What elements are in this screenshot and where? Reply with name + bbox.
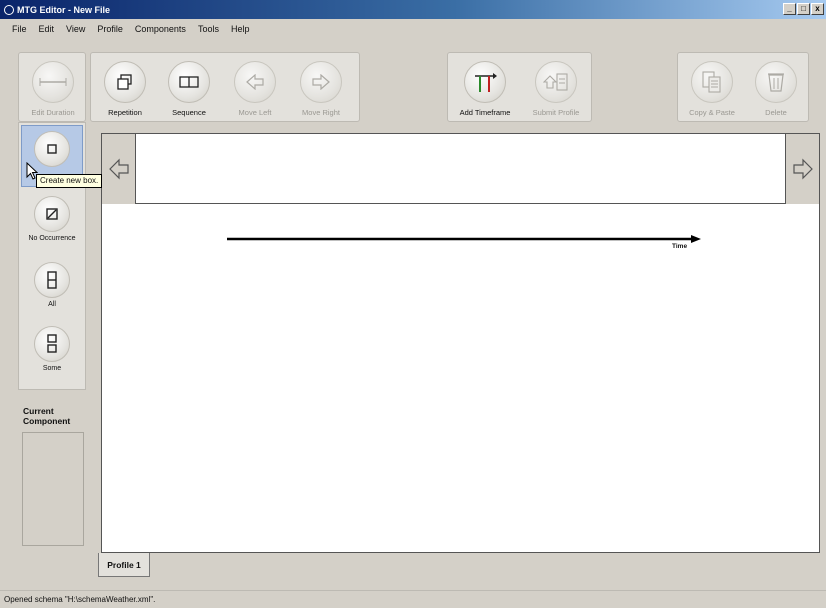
status-bar: Opened schema "H:\schemaWeather.xml". xyxy=(0,590,826,607)
sequence-button[interactable]: Sequence xyxy=(157,53,221,123)
arrow-right-icon xyxy=(792,158,813,180)
edit-duration-button[interactable]: Edit Duration xyxy=(21,53,85,123)
arrow-left-icon xyxy=(234,61,276,103)
toolbar-group-duration: Edit Duration xyxy=(18,52,86,122)
delete-button[interactable]: Delete xyxy=(744,53,808,123)
repetition-label: Repetition xyxy=(108,108,142,117)
trash-icon xyxy=(755,61,797,103)
repetition-button[interactable]: Repetition xyxy=(93,53,157,123)
some-icon xyxy=(34,326,70,362)
menu-view[interactable]: View xyxy=(60,24,91,34)
menu-profile[interactable]: Profile xyxy=(91,24,129,34)
duration-icon xyxy=(32,61,74,103)
profile-canvas[interactable]: Time xyxy=(101,133,820,553)
arrow-right-icon xyxy=(300,61,342,103)
copy-paste-label: Copy & Paste xyxy=(689,108,735,117)
move-right-label: Move Right xyxy=(302,108,340,117)
minimize-button[interactable]: _ xyxy=(783,3,796,15)
all-icon xyxy=(34,262,70,298)
time-axis-arrow xyxy=(227,235,701,243)
menu-edit[interactable]: Edit xyxy=(33,24,61,34)
no-occurrence-button[interactable]: No Occurrence xyxy=(21,191,83,253)
all-button[interactable]: All xyxy=(21,257,83,319)
submit-profile-icon xyxy=(535,61,577,103)
copy-paste-icon xyxy=(691,61,733,103)
submit-profile-button[interactable]: Submit Profile xyxy=(522,53,590,123)
toolbar-group-edit: Copy & Paste Delete xyxy=(677,52,809,122)
app-window: MTG Editor - New File _ □ x File Edit Vi… xyxy=(0,0,826,607)
sequence-label: Sequence xyxy=(172,108,206,117)
arrow-left-icon xyxy=(108,158,129,180)
title-bar: MTG Editor - New File _ □ x xyxy=(0,0,826,19)
edit-duration-label: Edit Duration xyxy=(31,108,75,117)
box-icon xyxy=(34,131,70,167)
some-label: Some xyxy=(42,365,62,372)
no-occurrence-label: No Occurrence xyxy=(28,235,76,242)
add-timeframe-label: Add Timeframe xyxy=(459,108,511,117)
menu-help[interactable]: Help xyxy=(225,24,256,34)
scroll-left-button[interactable] xyxy=(102,134,136,204)
current-component-panel: Current Component xyxy=(18,396,86,550)
move-right-button[interactable]: Move Right xyxy=(289,53,353,123)
all-label: All xyxy=(48,301,56,308)
move-left-label: Move Left xyxy=(238,108,272,117)
repetition-icon xyxy=(104,61,146,103)
current-component-title: Current Component xyxy=(23,406,71,426)
scroll-right-button[interactable] xyxy=(785,134,819,204)
sequence-icon xyxy=(168,61,210,103)
mouse-cursor-icon xyxy=(26,162,38,180)
window-title: MTG Editor - New File xyxy=(17,4,111,15)
tab-profile-1[interactable]: Profile 1 xyxy=(98,553,150,577)
app-icon xyxy=(4,4,14,15)
time-axis-label: Time xyxy=(672,243,688,250)
maximize-button[interactable]: □ xyxy=(797,3,810,15)
toolbar-group-structure: Repetition Sequence Move Left Move Right xyxy=(90,52,360,122)
submit-profile-label: Submit Profile xyxy=(532,108,580,117)
add-timeframe-button[interactable]: Add Timeframe xyxy=(450,53,520,123)
menu-tools[interactable]: Tools xyxy=(192,24,225,34)
copy-paste-button[interactable]: Copy & Paste xyxy=(680,53,744,123)
no-occurrence-icon xyxy=(34,196,70,232)
window-controls: _ □ x xyxy=(783,3,824,15)
create-box-tooltip: Create new box. xyxy=(36,174,103,188)
current-component-view xyxy=(22,432,84,546)
menu-bar: File Edit View Profile Components Tools … xyxy=(0,19,826,39)
menu-components[interactable]: Components xyxy=(129,24,192,34)
delete-label: Delete xyxy=(765,108,787,117)
close-button[interactable]: x xyxy=(811,3,824,15)
menu-file[interactable]: File xyxy=(6,24,33,34)
move-left-button[interactable]: Move Left xyxy=(223,53,287,123)
add-timeframe-icon xyxy=(464,61,506,103)
toolbar: Edit Duration Repetition Sequence Move L… xyxy=(0,40,826,128)
some-button[interactable]: Some xyxy=(21,321,83,383)
toolbar-group-timeframe: Add Timeframe Submit Profile xyxy=(447,52,592,122)
timeframe-strip xyxy=(102,134,819,204)
